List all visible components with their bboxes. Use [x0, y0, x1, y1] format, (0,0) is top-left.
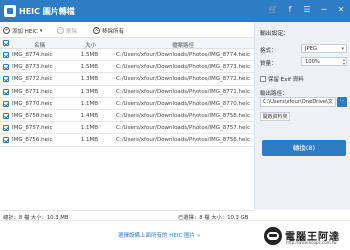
minus-icon: −	[57, 27, 64, 34]
exif-label: 保留 Exif 資料	[268, 77, 304, 83]
toolbar: + 添加 HEIC ▾ − 刪除 × 移除所有	[0, 22, 254, 38]
exif-checkbox-box[interactable]	[260, 76, 266, 82]
table-row[interactable]: IMG_8757.heic 1.1MB C:/Users/xfour/Downloa…	[0, 122, 254, 135]
file-name: IMG_8758.heic	[12, 112, 53, 119]
file-size: 1.5MB	[80, 64, 98, 71]
table-row[interactable]: IMG_8772.heic 1.3MB C:/Users/xfour/Downloa…	[0, 73, 254, 86]
menu-icon[interactable]: ☰	[302, 4, 312, 16]
file-size: 1.1MB	[80, 100, 98, 107]
stepper-arrows-icon[interactable]: ▴ ▾	[343, 58, 345, 66]
file-path: C:/Users/xfour/Downloads/Photos/IMG_8771…	[116, 88, 250, 95]
file-size: 1.1MB	[80, 137, 98, 144]
row-checkbox[interactable]	[3, 76, 9, 83]
header-name[interactable]: 名稱	[34, 41, 45, 49]
table-row[interactable]: IMG_8770.heic 1.1MB C:/Users/xfour/Downloa…	[0, 98, 254, 110]
table-row[interactable]: IMG_8771.heic 1.3MB C:/Users/xfour/Downloa…	[0, 86, 254, 98]
footer: 選擇設備上面所有的 HEIC 圖片 » 電腦王阿達 http://www.koo…	[0, 220, 350, 250]
file-path: C:/Users/xfour/Downloads/Photos/IMG_8756…	[116, 137, 250, 144]
header-path[interactable]: 檔案路徑	[172, 41, 194, 49]
settings-title: 輸出設定：	[260, 31, 289, 37]
output-path-input[interactable]: C:\Users\xfour\OneDrive\文	[260, 97, 336, 107]
close-circle-icon: ×	[93, 27, 100, 34]
file-path: C:/Users/xfour/Downloads/Photos/IMG_8774…	[116, 52, 250, 58]
window-controls: 🛒 f ☰ ─ ✕	[268, 4, 346, 16]
add-heic-label: 添加 HEIC	[12, 28, 38, 35]
file-path: C:/Users/xfour/Downloads/Photos/IMG_8757…	[116, 125, 250, 132]
browse-button[interactable]: ···	[337, 97, 347, 107]
output-path-label: 輸出路徑：	[260, 91, 288, 97]
format-label: 格式：	[260, 48, 277, 54]
chevron-down-icon: ▾	[341, 46, 344, 52]
app-title: HEIC 圖片轉檔	[19, 7, 75, 16]
table-body: IMG_8774.heic 1.5MB C:/Users/xfour/Downloa…	[0, 49, 254, 147]
row-checkbox[interactable]	[3, 52, 9, 58]
add-heic-button[interactable]: + 添加 HEIC ▾	[3, 26, 42, 35]
convert-button[interactable]: 轉換(8)	[262, 140, 346, 156]
format-value: JPEG	[305, 46, 317, 52]
file-name: IMG_8757.heic	[12, 125, 53, 132]
format-select[interactable]: JPEG ▾	[301, 44, 347, 53]
quality-value: 100%	[305, 59, 320, 65]
row-checkbox[interactable]	[3, 64, 9, 71]
select-device-link[interactable]: 選擇設備上面所有的 HEIC 圖片 »	[118, 231, 200, 239]
file-path: C:/Users/xfour/Downloads/Photos/IMG_8772…	[116, 76, 250, 83]
file-name: IMG_8756.heic	[12, 137, 53, 144]
header-size[interactable]: 大小	[85, 41, 96, 49]
file-size: 1.1MB	[80, 125, 98, 132]
file-name: IMG_8770.heic	[12, 100, 53, 107]
delete-button[interactable]: − 刪除	[57, 26, 77, 35]
watermark-url: http://www.koopc.com.tw	[286, 240, 337, 245]
file-path: C:/Users/xfour/Downloads/Photos/IMG_8773…	[116, 64, 250, 71]
select-all-checkbox[interactable]	[3, 40, 9, 46]
table-row[interactable]: IMG_8774.heic 1.5MB C:/Users/xfour/Downloa…	[0, 49, 254, 62]
quality-label: 質量：	[260, 61, 277, 67]
file-path: C:/Users/xfour/Downloads/Photos/IMG_8770…	[116, 100, 250, 107]
chevron-down-icon: ▾	[39, 27, 43, 34]
file-name: IMG_8771.heic	[12, 88, 53, 95]
watermark-logo: 電腦王阿達 http://www.koopc.com.tw	[264, 227, 346, 247]
app-logo-icon	[4, 5, 16, 17]
quality-stepper[interactable]: 100% ▴ ▾	[301, 57, 347, 66]
file-path: C:/Users/xfour/Downloads/Photos/IMG_8758…	[116, 112, 250, 119]
close-icon[interactable]: ✕	[336, 4, 346, 16]
title-bar: HEIC 圖片轉檔 🛒 f ☰ ─ ✕	[0, 0, 350, 22]
open-folder-button[interactable]: 開啟資料夾	[260, 112, 290, 121]
file-size: 1.4MB	[80, 112, 98, 119]
mascot-icon	[264, 227, 282, 245]
file-size: 1.5MB	[80, 52, 98, 58]
table-row[interactable]: IMG_8773.heic 1.5MB C:/Users/xfour/Downloa…	[0, 61, 254, 74]
clear-all-label: 移除所有	[102, 28, 125, 35]
keep-exif-checkbox[interactable]: 保留 Exif 資料	[260, 75, 304, 83]
row-checkbox[interactable]	[3, 88, 9, 95]
table-header: 名稱 大小 檔案路徑	[0, 38, 254, 49]
delete-label: 刪除	[66, 28, 78, 35]
row-checkbox[interactable]	[3, 112, 9, 119]
row-checkbox[interactable]	[3, 100, 9, 107]
file-size: 1.3MB	[80, 76, 98, 83]
table-row[interactable]: IMG_8756.heic 1.1MB C:/Users/xfour/Downloa…	[0, 134, 254, 147]
file-name: IMG_8774.heic	[12, 52, 53, 58]
facebook-icon[interactable]: f	[285, 4, 295, 16]
table-row[interactable]: IMG_8758.heic 1.4MB C:/Users/xfour/Downloa…	[0, 110, 254, 123]
file-name: IMG_8772.heic	[12, 76, 53, 83]
file-name: IMG_8773.heic	[12, 64, 53, 71]
file-table: 名稱 大小 檔案路徑 IMG_8774.heic 1.5MB C:/Users/xf…	[0, 38, 254, 147]
clear-all-button[interactable]: × 移除所有	[93, 26, 124, 35]
settings-panel: 輸出設定： 格式： JPEG ▾ 質量： 100% ▴ ▾ 保留 Exif 資料 …	[254, 22, 350, 210]
row-checkbox[interactable]	[3, 137, 9, 144]
file-size: 1.3MB	[80, 88, 98, 95]
minimize-icon[interactable]: ─	[319, 4, 329, 16]
status-bar: 總計：8 檔 大小：10.3 MB 已選擇：8 檔 大小：10.3 GB	[0, 210, 254, 221]
plus-icon: +	[3, 27, 10, 34]
cart-icon[interactable]: 🛒	[268, 4, 278, 16]
row-checkbox[interactable]	[3, 125, 9, 132]
